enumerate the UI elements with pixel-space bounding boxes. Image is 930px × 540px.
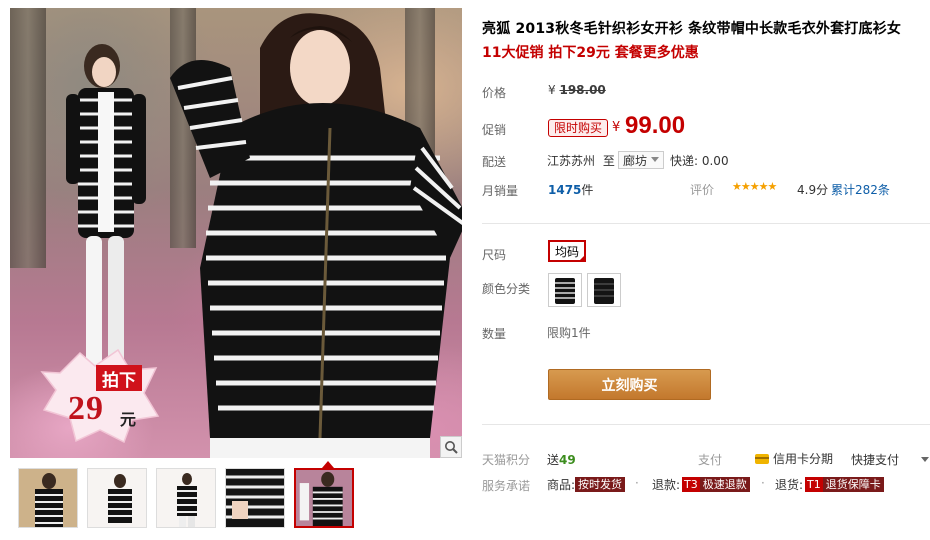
- payment-label: 支付: [698, 453, 723, 467]
- credit-installment-link[interactable]: 信用卡分期: [755, 450, 833, 467]
- service-return-code: T1: [805, 477, 823, 492]
- thumbnail-image: [19, 469, 77, 527]
- product-subtitle: 11大促销 拍下29元 套餐更多优惠: [482, 45, 699, 61]
- purchase-limit: 限购1件: [547, 326, 591, 340]
- model-figure-main: [170, 13, 462, 458]
- service-return-label: 退货:: [775, 478, 804, 492]
- shipping-fee: 快递: 0.00: [670, 154, 729, 168]
- shipping-origin: 江苏苏州 至: [547, 152, 615, 169]
- sales-count: 1475: [548, 183, 582, 197]
- size-option-selected[interactable]: 均码: [548, 240, 586, 262]
- points-number: 49: [559, 453, 576, 467]
- thumbnail-image: [226, 469, 284, 527]
- service-refund-label: 退款:: [652, 478, 681, 492]
- promo-label-box: 拍下: [96, 365, 142, 391]
- main-product-image[interactable]: 拍下 29 元: [10, 8, 462, 458]
- points-label: 天猫积分: [482, 453, 531, 467]
- price-label: 价格: [482, 86, 507, 100]
- rating-label: 评价: [690, 183, 715, 197]
- thumbnail-5[interactable]: [294, 468, 354, 528]
- credit-card-icon: [755, 453, 769, 464]
- background-tree: [10, 8, 46, 268]
- service-goods-tag: 按时发货: [575, 477, 626, 492]
- product-title: 亮狐 2013秋冬毛针织衫女开衫 条纹带帽中长款毛衣外套打底衫女: [482, 21, 902, 37]
- thumbnail-2[interactable]: [87, 468, 147, 528]
- chevron-down-icon: [651, 157, 660, 162]
- thumbnail-4[interactable]: [225, 468, 285, 528]
- thumbnail-strip: [18, 468, 354, 528]
- service-goods-label: 商品:: [547, 478, 576, 492]
- review-count-link[interactable]: 累计282条: [831, 181, 890, 198]
- thumbnail-1[interactable]: [18, 468, 78, 528]
- zoom-button[interactable]: [440, 436, 462, 458]
- original-price-value: 198.00: [559, 83, 606, 97]
- points-prefix: 送: [547, 453, 560, 467]
- thumbnail-3[interactable]: [156, 468, 216, 528]
- monthly-sales: 1475件: [548, 181, 593, 198]
- separator-dot: ·: [635, 476, 639, 490]
- section-divider: [482, 223, 930, 224]
- promotion-label: 促销: [482, 123, 507, 137]
- chevron-down-icon[interactable]: [921, 457, 929, 462]
- monthly-sales-label: 月销量: [482, 184, 519, 198]
- thumbnail-image: [296, 470, 352, 526]
- separator-dot: ·: [761, 476, 765, 490]
- sales-unit: 件: [581, 183, 594, 197]
- points-value: 送49: [547, 451, 576, 468]
- rating-score: 4.9分: [797, 183, 829, 197]
- thumbnail-image: [88, 469, 146, 527]
- destination-value: 廊坊: [623, 153, 648, 168]
- promo-price: 29: [68, 390, 104, 427]
- color-swatch-image: [594, 278, 614, 304]
- thumbnail-image: [157, 469, 215, 527]
- service-refund: 退款: T3 极速退款: [652, 476, 750, 493]
- original-price: ¥ 198.00: [548, 83, 606, 97]
- size-label: 尺码: [482, 248, 507, 262]
- credit-installment-text: 信用卡分期: [773, 452, 834, 466]
- magnifier-icon: [445, 441, 458, 454]
- service-return: 退货: T1 退货保障卡: [775, 476, 884, 493]
- shipping-to-word: 至: [602, 154, 615, 168]
- buy-now-button[interactable]: 立刻购买: [548, 369, 711, 400]
- color-swatch-image: [555, 278, 575, 304]
- service-label: 服务承诺: [482, 479, 531, 493]
- service-refund-code: T3: [682, 477, 700, 492]
- color-label: 颜色分类: [482, 282, 531, 296]
- active-thumbnail-indicator: [322, 461, 334, 468]
- shipping-from: 江苏苏州: [547, 154, 596, 168]
- service-return-tag: 退货保障卡: [822, 477, 884, 492]
- service-goods: 商品: 按时发货: [547, 476, 626, 493]
- star-rating-icon: ★★★★★: [732, 180, 777, 193]
- shipping-label: 配送: [482, 155, 507, 169]
- service-refund-tag: 极速退款: [699, 477, 750, 492]
- quick-pay-link[interactable]: 快捷支付: [851, 451, 899, 468]
- currency-sign: ¥: [612, 120, 621, 135]
- promotion-price: 99.00: [625, 112, 686, 139]
- promotion-tag: 限时购买: [548, 119, 609, 137]
- color-option-2[interactable]: [587, 273, 621, 307]
- quantity-label: 数量: [482, 327, 507, 341]
- color-option-1[interactable]: [548, 273, 582, 307]
- currency-sign: ¥: [548, 83, 556, 97]
- section-divider: [482, 424, 930, 425]
- promo-unit: 元: [120, 410, 137, 429]
- destination-select[interactable]: 廊坊: [618, 151, 665, 169]
